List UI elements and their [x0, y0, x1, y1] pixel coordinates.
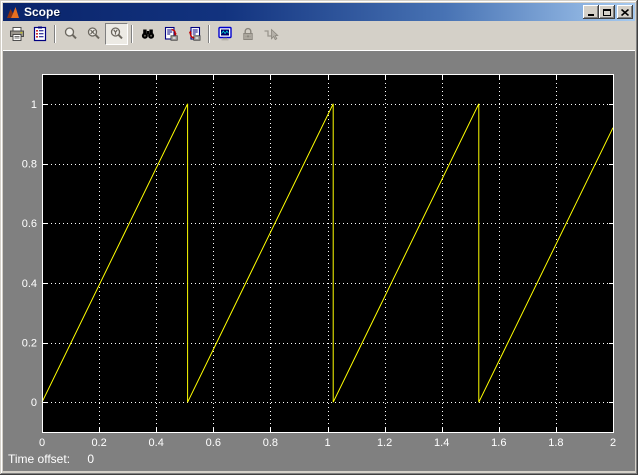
lock-axes-button[interactable]	[236, 23, 259, 45]
svg-text:0.8: 0.8	[263, 437, 278, 449]
printer-icon	[9, 26, 24, 41]
save-axes-button[interactable]	[159, 23, 182, 45]
svg-text:1.6: 1.6	[491, 437, 506, 449]
window-title: Scope	[24, 5, 61, 19]
time-offset-label: Time offset:	[8, 452, 71, 466]
zoom-button[interactable]	[59, 23, 82, 45]
zoom-y-icon	[110, 26, 123, 39]
svg-text:1: 1	[31, 99, 37, 111]
figure-area: 0 0.2 0.4 0.6 0.8 1 1.2 1.4 1.6 1.8 2 0 0.2 0.4 0.6 0.8…	[3, 51, 635, 471]
restore-axes-button[interactable]	[182, 23, 205, 45]
zoom-y-button[interactable]	[105, 22, 128, 45]
parameters-icon	[33, 26, 46, 41]
svg-text:0.4: 0.4	[149, 437, 164, 449]
binoculars-icon	[141, 29, 154, 39]
zoom-icon	[64, 26, 77, 39]
matlab-logo-icon	[5, 5, 21, 19]
svg-text:0.6: 0.6	[206, 437, 221, 449]
save-axes-icon	[164, 26, 178, 41]
zoom-x-button[interactable]	[82, 23, 105, 45]
toolbar-separator	[131, 24, 133, 43]
minimize-button[interactable]	[583, 5, 599, 19]
close-icon	[621, 8, 629, 16]
floating-scope-icon	[217, 26, 232, 40]
parameters-button[interactable]	[28, 23, 51, 45]
svg-text:2: 2	[610, 437, 616, 449]
time-offset-value: 0	[87, 452, 95, 466]
toolbar-separator	[54, 24, 56, 43]
svg-text:1: 1	[324, 437, 330, 449]
svg-text:0.8: 0.8	[22, 159, 37, 171]
svg-text:1.8: 1.8	[548, 437, 563, 449]
toolbar	[3, 21, 635, 45]
svg-text:1.2: 1.2	[377, 437, 392, 449]
floating-scope-button[interactable]	[213, 23, 236, 45]
toolbar-separator	[208, 24, 210, 43]
titlebar[interactable]: Scope	[3, 3, 635, 21]
signal-selection-icon	[264, 28, 279, 40]
svg-text:1.4: 1.4	[434, 437, 449, 449]
scope-window: Scope 0 0.2 0.4 0.6 0.8 1 1.2 1.4 1.6 1.…	[0, 0, 638, 475]
svg-text:0.4: 0.4	[22, 278, 37, 290]
time-offset: Time offset: 0	[8, 452, 94, 466]
svg-text:0.2: 0.2	[22, 338, 37, 350]
zoom-x-icon	[87, 26, 100, 39]
signal-selection-button[interactable]	[259, 23, 282, 45]
maximize-button[interactable]	[599, 5, 615, 19]
autoscale-button[interactable]	[136, 23, 159, 45]
close-button[interactable]	[617, 5, 633, 19]
svg-text:0.6: 0.6	[22, 218, 37, 230]
lock-icon	[242, 27, 253, 40]
svg-text:0: 0	[31, 397, 37, 409]
minimize-icon	[588, 14, 594, 16]
svg-text:0: 0	[39, 437, 45, 449]
restore-axes-icon	[188, 26, 200, 41]
svg-text:0.2: 0.2	[91, 437, 106, 449]
print-button[interactable]	[5, 23, 28, 45]
maximize-icon	[603, 8, 611, 16]
scope-plot[interactable]: 0 0.2 0.4 0.6 0.8 1 1.2 1.4 1.6 1.8 2 0 0.2 0.4 0.6 0.8…	[3, 51, 635, 471]
